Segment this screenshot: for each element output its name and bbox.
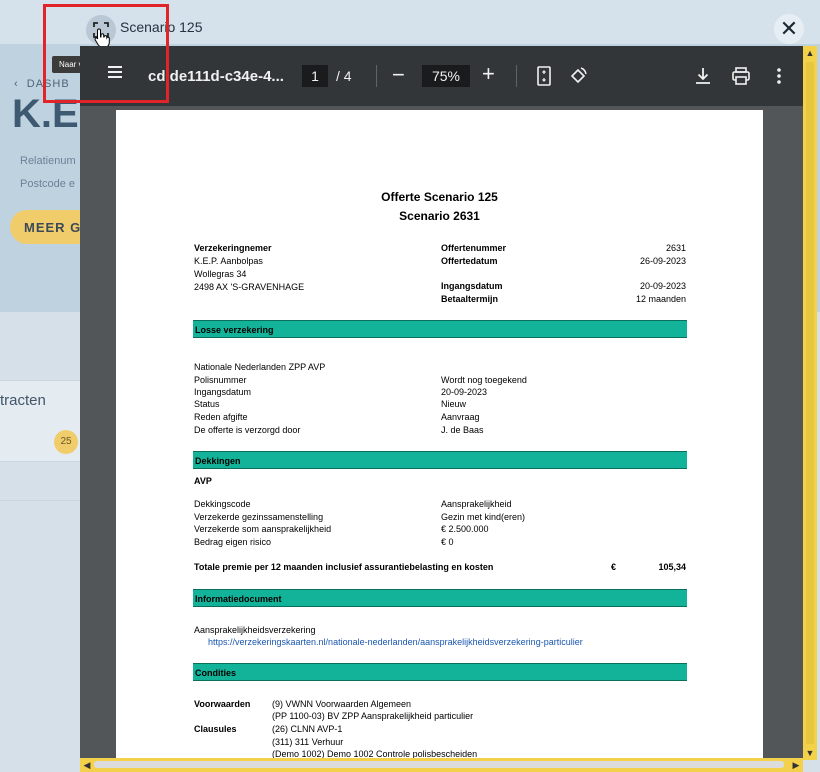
start-date: 20-09-2023 [639,281,686,291]
effective-date-value: 20-09-2023 [441,387,488,397]
toolbar-divider [376,65,377,87]
holder-city: 2498 AX 'S-GRAVENHAGE [194,282,305,292]
offer-date: 26-09-2023 [639,256,686,266]
scroll-up-arrow-icon[interactable]: ▲ [803,46,817,60]
prepared-by-label: De offerte is verzorgd door [194,425,301,435]
holder-street: Wollegras 34 [194,269,247,279]
fit-page-icon[interactable] [536,66,552,86]
coverage-code-label: Dekkingscode [194,499,251,509]
premium-label: Totale premie per 12 maanden inclusief a… [194,562,494,572]
pdf-page: Offerte Scenario 125 Scenario 2631 Verze… [116,110,763,760]
sum-insured-value: € 2.500.000 [441,524,489,534]
deductible-label: Bedrag eigen risico [194,537,272,547]
status-label: Status [194,399,220,409]
condition-item: (PP 1100-03) BV ZPP Aansprakelijkheid pa… [272,711,474,721]
clause-item: (26) CLNN AVP-1 [272,724,343,734]
household-label: Verzekerde gezinssamenstelling [194,512,324,522]
download-icon[interactable] [694,66,712,86]
sum-insured-label: Verzekerde som aansprakelijkheid [194,524,332,534]
premium-value: 105,34 [658,562,686,572]
reason-label: Reden afgifte [194,412,248,422]
payment-term-label: Betaaltermijn [441,294,499,304]
section-dekkingen: Dekkingen [193,451,687,469]
page-number-input[interactable]: 1 [302,65,328,87]
count-badge: 25 [54,430,78,454]
hand-cursor-icon [94,28,110,48]
status-value: Nieuw [441,399,467,409]
section-losse-verzekering: Losse verzekering [193,320,687,338]
relation-number-label: Relatienum [20,155,76,167]
divider [0,500,90,501]
page-count: / 4 [336,68,352,84]
section-informatiedocument: Informatiedocument [193,589,687,607]
contracts-card-title: tracten [0,392,46,409]
holder-name: K.E.P. Aanbolpas [194,256,263,266]
postcode-label: Postcode e [20,178,76,190]
coverage-code-value: Aansprakelijkheid [441,499,512,509]
clause-item: (311) 311 Verhuur [272,737,344,747]
clauses-label: Clausules [194,724,237,734]
document-title: Offerte Scenario 125 [381,190,498,204]
customer-title: K.E. [12,92,90,136]
info-document-item: Aansprakelijkheidsverzekering [194,625,316,635]
menu-icon[interactable] [108,66,122,68]
scroll-left-arrow-icon[interactable]: ◀ [80,758,94,772]
more-options-icon[interactable] [776,66,782,86]
conditions-label: Voorwaarden [194,699,251,709]
policy-number-label: Polisnummer [194,375,247,385]
back-link[interactable]: ‹ DASHB [14,78,70,90]
deductible-value: € 0 [441,537,454,547]
prepared-by-value: J. de Baas [441,425,484,435]
coverage-title: AVP [194,476,212,486]
payment-term: 12 maanden [635,294,686,304]
household-value: Gezin met kind(eren) [441,512,526,522]
product-name: Nationale Nederlanden ZPP AVP [194,362,326,372]
rotate-icon[interactable] [568,66,588,86]
zoom-in-button[interactable]: + [482,61,495,87]
scroll-right-arrow-icon[interactable]: ▶ [789,758,803,772]
premium-currency: € [611,562,617,572]
condition-item: (9) VWNN Voorwaarden Algemeen [272,699,412,709]
toolbar-divider [516,65,517,87]
info-document-link[interactable]: https://verzekeringskaarten.nl/nationale… [208,637,583,647]
section-condities: Condities [193,663,687,681]
offer-number-label: Offertenummer [441,243,507,253]
reason-value: Aanvraag [441,412,480,422]
offer-number: 2631 [665,243,686,253]
start-date-label: Ingangsdatum [441,281,503,291]
policy-number-value: Wordt nog toegekend [441,375,527,385]
zoom-out-button[interactable]: − [392,62,405,88]
close-button[interactable]: ✕ [774,14,804,44]
print-icon[interactable] [731,66,751,86]
pdf-filename: cd de111d-c34e-4... [148,68,284,85]
horizontal-scroll-thumb[interactable] [94,761,784,768]
scroll-down-arrow-icon[interactable]: ▼ [803,746,817,760]
modal-title: Scenario 125 [120,19,203,35]
pdf-viewer: cd de111d-c34e-4... 1 / 4 − 75% + Offert… [80,46,803,760]
effective-date-label: Ingangsdatum [194,387,252,397]
holder-label: Verzekeringnemer [194,243,272,253]
vertical-scroll-thumb[interactable] [806,62,814,744]
zoom-input[interactable]: 75% [422,65,470,87]
document-subtitle: Scenario 2631 [399,209,480,223]
offer-date-label: Offertedatum [441,256,498,266]
pdf-toolbar: cd de111d-c34e-4... 1 / 4 − 75% + [80,46,803,106]
